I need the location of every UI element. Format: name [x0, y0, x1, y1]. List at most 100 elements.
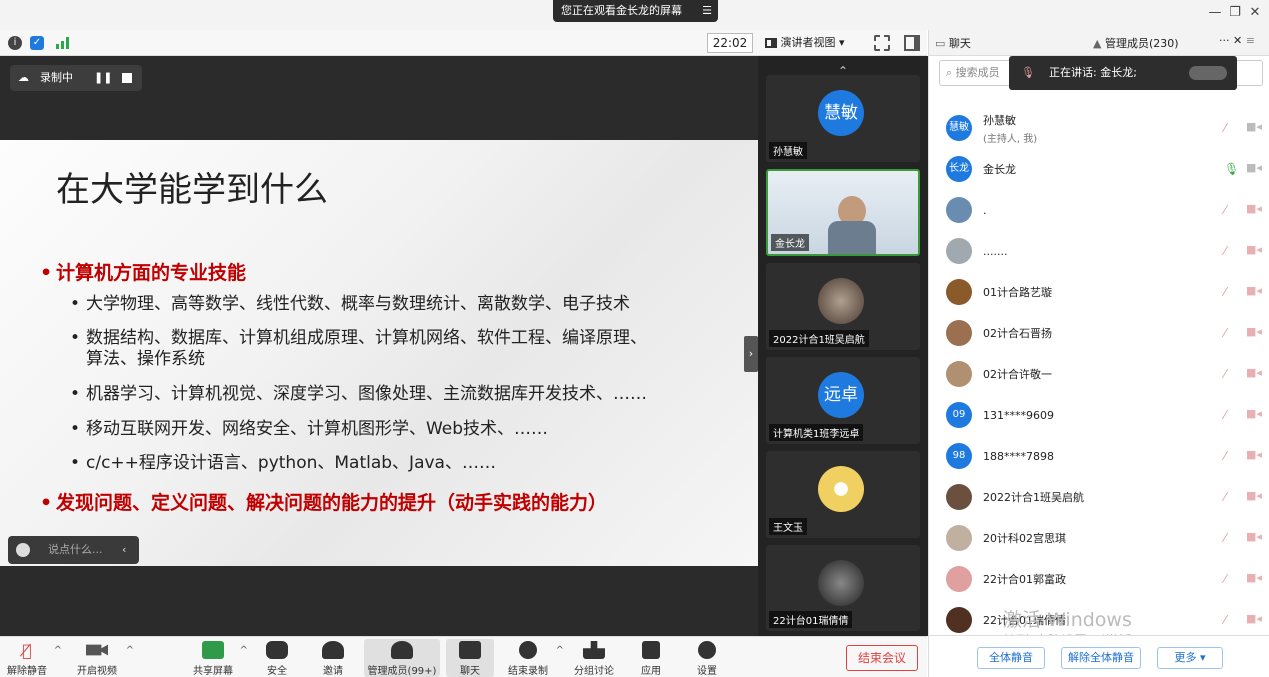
member-row[interactable]: 22计合01郭富政 ⁄ ■◂ [929, 559, 1269, 599]
mic-muted-icon[interactable]: ⁄ [1224, 572, 1236, 586]
member-row[interactable]: . ⁄ ■◂ [929, 190, 1269, 230]
avatar [946, 566, 972, 592]
signal-icon [56, 37, 72, 49]
mic-muted-icon[interactable]: ⁄ [1224, 367, 1236, 381]
share-banner-text: 您正在观看金长龙的屏幕 [561, 4, 682, 17]
participant-label: 王文玉 [769, 518, 807, 535]
camera-off-icon[interactable]: ■◂ [1246, 244, 1262, 256]
mic-muted-icon[interactable]: ⁄ [1224, 531, 1236, 545]
chevron-left-icon[interactable]: ‹ [122, 536, 126, 564]
member-row[interactable]: 长龙 金长龙 🎙 ■◂ [929, 149, 1269, 189]
member-name: 孙慧敏 [983, 113, 1016, 127]
avatar: 98 [946, 443, 972, 469]
invite-button[interactable]: 邀请 [318, 639, 348, 677]
camera-off-icon[interactable]: ■◂ [1246, 326, 1262, 338]
camera-off-icon[interactable]: ■◂ [1246, 408, 1262, 420]
mic-muted-icon[interactable]: ⁄ [1224, 285, 1236, 299]
video-thumbnails: ⌃ 慧敏 孙慧敏 金长龙 2022计合1班吴启航 远卓 计算机类1班李远卓 王文… [758, 56, 928, 636]
camera-off-icon[interactable]: ■◂ [1246, 531, 1262, 543]
mic-muted-icon[interactable]: ⁄ [1224, 121, 1236, 135]
settings-button[interactable]: 设置 [692, 639, 722, 677]
member-row[interactable]: 2022计合1班吴启航 ⁄ ■◂ [929, 477, 1269, 517]
camera-off-icon[interactable]: ■◂ [1246, 162, 1262, 174]
apps-button[interactable]: 应用 [636, 639, 666, 677]
camera-off-icon[interactable]: ■◂ [1246, 613, 1262, 625]
list-icon[interactable]: ☰ [702, 0, 712, 22]
member-name: 金长龙 [983, 163, 1016, 176]
chat-icon: ▭ [935, 37, 949, 50]
member-status-icons: ⁄ ■◂ [1224, 367, 1262, 382]
camera-off-icon[interactable]: ■◂ [1246, 490, 1262, 502]
sidebar-toggle-icon[interactable] [904, 35, 920, 51]
speaking-tooltip: 🎙 正在讲话: 金长龙; [1009, 56, 1237, 90]
camera-off-icon[interactable]: ■◂ [1246, 203, 1262, 215]
camera-off-icon[interactable]: ■◂ [1246, 285, 1262, 297]
camera-off-icon[interactable]: ■◂ [1246, 572, 1262, 584]
camera-off-icon[interactable]: ■◂ [1246, 121, 1262, 133]
unmute-button[interactable]: 🎙̸ 解除静音 ^ [4, 639, 62, 677]
share-screen-button[interactable]: 共享屏幕 ^ [190, 639, 248, 677]
fullscreen-icon[interactable] [874, 35, 890, 51]
end-meeting-button[interactable]: 结束会议 [846, 645, 918, 671]
slide-bullet: • 机器学习、计算机视觉、深度学习、图像处理、主流数据库开发技术、…… [70, 384, 647, 404]
thumb-participant[interactable]: 远卓 计算机类1班李远卓 [766, 357, 920, 444]
search-icon: ⌕ [946, 66, 953, 79]
tab-members[interactable]: ▲ 管理成员(230) [1093, 35, 1179, 51]
thumb-participant[interactable]: 22计台01瑞倩倩 [766, 545, 920, 631]
avatar: 慧敏 [818, 90, 864, 136]
avatar: 远卓 [818, 372, 864, 418]
stop-recording-button[interactable]: 结束录制 ^ [504, 639, 564, 677]
avatar [946, 361, 972, 387]
security-button[interactable]: 安全 [262, 639, 292, 677]
thumb-participant[interactable]: 慧敏 孙慧敏 [766, 75, 920, 162]
info-icon[interactable]: i [8, 36, 22, 50]
mic-muted-icon[interactable]: ⁄ [1224, 613, 1236, 627]
camera-off-icon[interactable]: ■◂ [1246, 367, 1262, 379]
mic-muted-icon[interactable]: ⁄ [1224, 244, 1236, 258]
pause-icon[interactable]: ❚❚ [94, 65, 112, 91]
mic-muted-icon[interactable]: ⁄ [1224, 203, 1236, 217]
activation-watermark: 激活 Windows [1003, 609, 1132, 631]
thumb-participant[interactable]: 王文玉 [766, 451, 920, 538]
stop-icon[interactable] [122, 73, 132, 83]
layout-icon [765, 38, 777, 48]
unmute-all-button[interactable]: 解除全体静音 [1061, 647, 1141, 669]
member-row[interactable]: 02计合许敬一 ⁄ ■◂ [929, 354, 1269, 394]
chat-input-pill[interactable]: 说点什么... ‹ [8, 536, 139, 564]
emoji-icon[interactable] [16, 543, 30, 557]
mic-muted-icon[interactable]: ⁄ [1224, 326, 1236, 340]
mute-all-button[interactable]: 全体静音 [977, 647, 1045, 669]
member-row[interactable]: ....... ⁄ ■◂ [929, 231, 1269, 271]
share-banner[interactable]: 您正在观看金长龙的屏幕 ☰ [553, 0, 718, 22]
chat-button[interactable]: 聊天 [446, 639, 494, 677]
shield-icon[interactable]: ✓ [30, 36, 44, 50]
member-row[interactable]: 98 188****7898 ⁄ ■◂ [929, 436, 1269, 476]
close-icon[interactable]: ✕ [1246, 4, 1264, 22]
member-row[interactable]: 02计合石晋扬 ⁄ ■◂ [929, 313, 1269, 353]
member-row[interactable]: 09 131****9609 ⁄ ■◂ [929, 395, 1269, 435]
thumb-participant[interactable]: 2022计合1班吴启航 [766, 263, 920, 350]
mic-muted-icon[interactable]: ⁄ [1224, 449, 1236, 463]
tab-more-button[interactable]: ··· ✕ ≡ [1219, 34, 1255, 47]
member-status-icons: ⁄ ■◂ [1224, 408, 1262, 423]
menu-icon[interactable]: ≡ [1246, 34, 1255, 47]
member-row[interactable]: 01计合路艺璇 ⁄ ■◂ [929, 272, 1269, 312]
maximize-icon[interactable]: ❐ [1226, 4, 1244, 22]
member-name-block: 金长龙 [983, 149, 1016, 189]
camera-off-icon[interactable]: ■◂ [1246, 449, 1262, 461]
more-button[interactable]: 更多 ▾ [1157, 647, 1223, 669]
mic-icon[interactable]: 🎙 [1224, 162, 1239, 176]
minimize-icon[interactable]: — [1206, 4, 1224, 22]
manage-members-button[interactable]: 管理成员(99+) [364, 639, 440, 677]
member-row[interactable]: 慧敏 孙慧敏 (主持人, 我) ⁄ ■◂ [929, 108, 1269, 148]
mic-muted-icon[interactable]: ⁄ [1224, 408, 1236, 422]
start-video-button[interactable]: 开启视频 ^ [72, 639, 134, 677]
collapse-thumbnails-button[interactable]: › [744, 336, 758, 372]
speaker-view-button[interactable]: 演讲者视图 ▾ [765, 33, 845, 53]
presentation-slide: 在大学能学到什么 • 计算机方面的专业技能 • 大学物理、高等数学、线性代数、概率与… [0, 140, 758, 566]
member-row[interactable]: 20计科02宫思琪 ⁄ ■◂ [929, 518, 1269, 558]
mic-muted-icon[interactable]: ⁄ [1224, 490, 1236, 504]
thumb-participant-active[interactable]: 金长龙 [766, 169, 920, 256]
tab-chat[interactable]: ▭ 聊天 [935, 35, 971, 51]
breakout-rooms-button[interactable]: 分组讨论 [570, 639, 618, 677]
